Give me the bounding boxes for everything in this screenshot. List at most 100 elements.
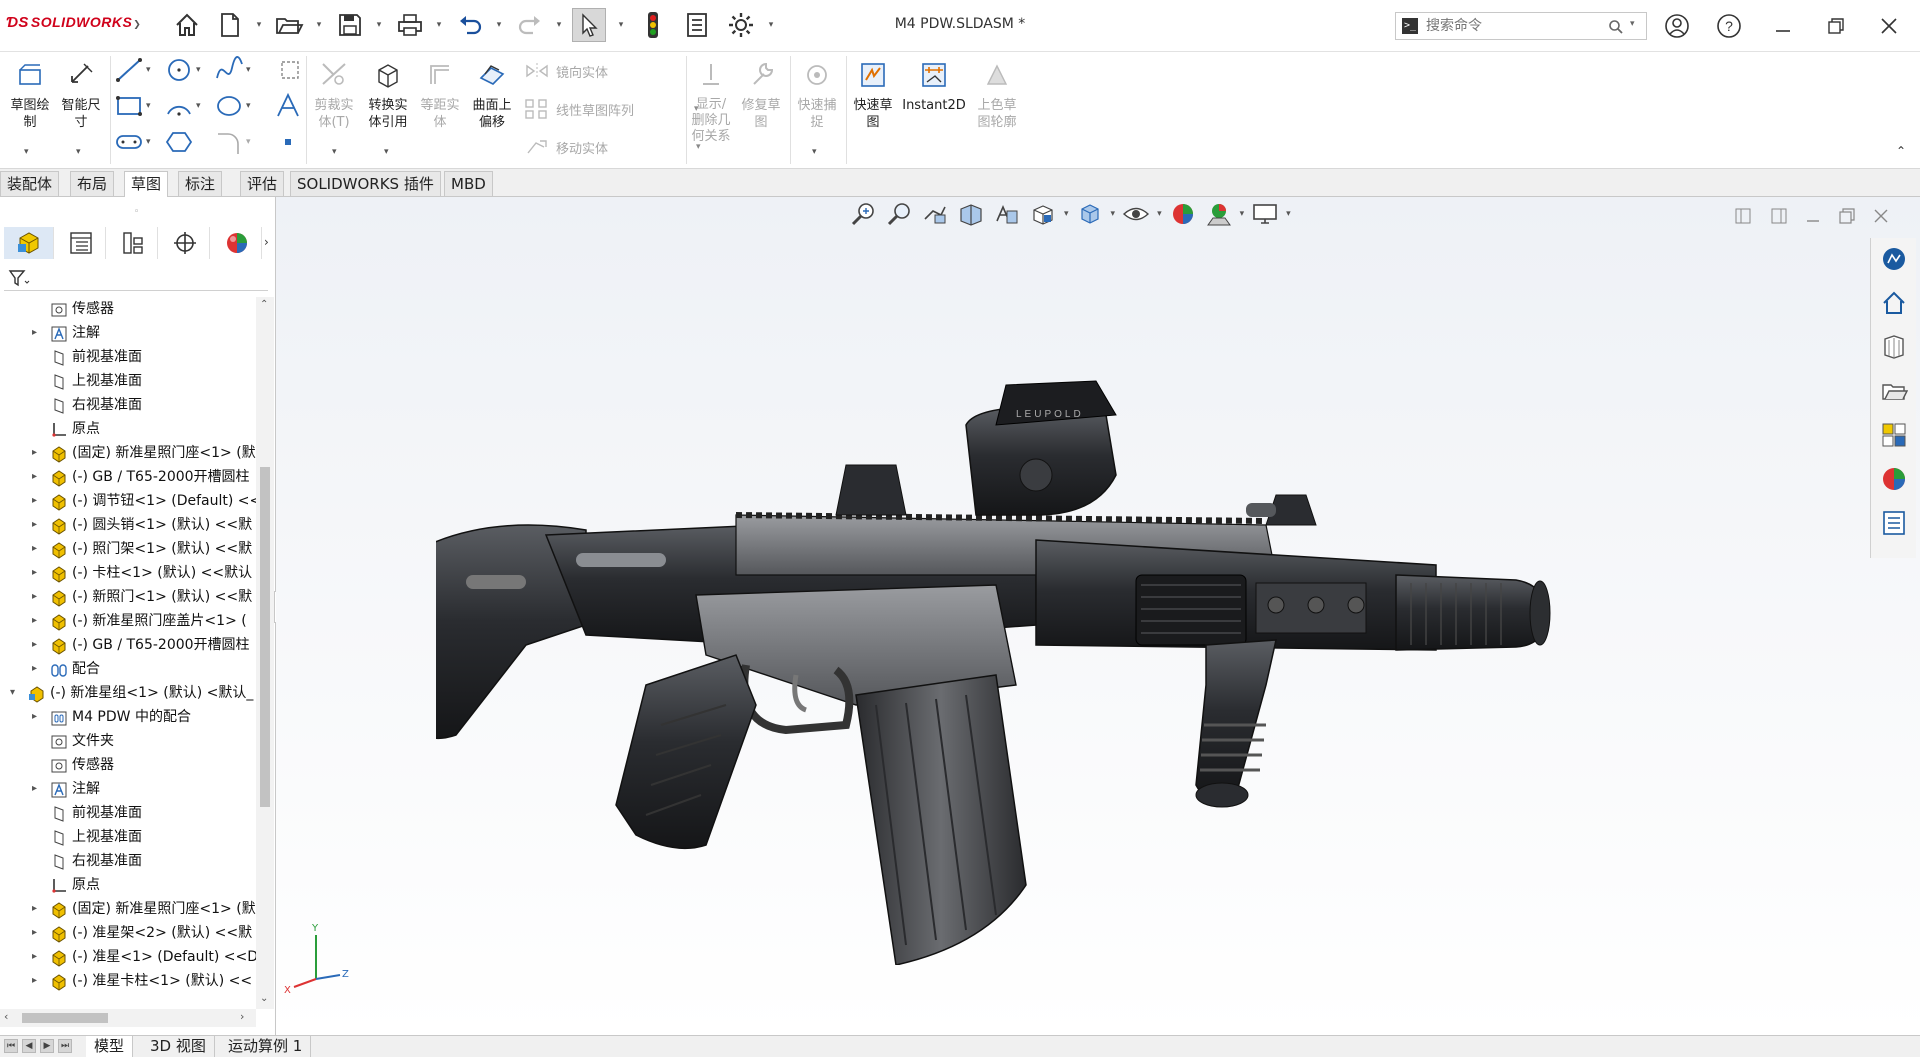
tree-expand-toggle[interactable]: ▸ [32,489,44,513]
appearances-scenes-button[interactable] [1877,462,1911,496]
tree-expand-toggle[interactable]: ▸ [32,633,44,657]
tab-display-manager[interactable] [212,227,262,259]
sketch-caret[interactable]: ▾ [24,147,29,157]
display-delete-relations-button[interactable]: 显示/ 删除几 何关系 [688,56,734,164]
search-options-caret[interactable]: ▾ [1630,19,1635,29]
solidworks-logo[interactable]: ƊS SOLIDWORKS [6,14,132,31]
restore-window-button[interactable] [1813,8,1859,44]
redo-button[interactable] [513,8,547,42]
trim-caret[interactable]: ▾ [332,147,337,157]
more-tabs-arrow[interactable]: › [264,235,269,249]
tree-expand-toggle[interactable]: ▸ [32,585,44,609]
tree-expand-toggle[interactable]: ▸ [32,561,44,585]
view-palette-button[interactable] [1877,418,1911,452]
repair-sketch-button[interactable]: 修复草 图 [736,56,786,164]
tab-solidworks-addins[interactable]: SOLIDWORKS 插件 [290,171,441,196]
tree-item[interactable]: 上视基准面 [0,369,256,393]
tree-expand-toggle[interactable]: ▸ [32,945,44,969]
viewport-minimize-button[interactable] [1804,207,1822,229]
file-properties-button[interactable] [680,8,714,42]
tab-dimxpert-manager[interactable] [160,227,210,259]
tab-feature-tree[interactable] [4,227,54,259]
tab-assembly[interactable]: 装配体 [0,171,60,196]
fillet-tool[interactable]: ▾ [214,128,251,156]
tree-item[interactable]: 传感器 [0,753,256,777]
spline-tool[interactable]: ▾ [214,56,251,84]
tree-item[interactable]: 原点 [0,417,256,441]
tree-item[interactable]: 右视基准面 [0,393,256,417]
view-orientation-caret[interactable]: ▾ [1064,209,1069,219]
tree-item[interactable]: ▸ (-) 调节钮<1> (Default) << [0,489,256,513]
home-pane-button[interactable] [1877,286,1911,320]
next-tab-arrow[interactable]: ▶ [40,1039,54,1053]
tab-motion-study[interactable]: 运动算例 1 [220,1036,312,1057]
tree-horizontal-scrollbar[interactable]: ‹ › [0,1009,256,1027]
redo-menu-caret[interactable]: ▾ [554,20,564,30]
search-icon[interactable] [1608,19,1624,35]
print-button[interactable] [393,8,427,42]
close-window-button[interactable] [1866,8,1912,44]
zoom-to-fit-button[interactable] [848,199,878,229]
solidworks-resources-button[interactable] [1877,242,1911,276]
apply-scene-button[interactable] [1204,199,1234,229]
scrollbar-thumb[interactable] [260,467,270,807]
view-orientation-button[interactable] [1028,199,1058,229]
display-style-button[interactable] [1075,199,1105,229]
dynamic-annotation-views-button[interactable] [992,199,1022,229]
tree-expand-toggle[interactable]: ▾ [10,681,22,705]
options-menu-caret[interactable]: ▾ [766,20,776,30]
mirror-entities-button[interactable]: 镜向实体 [524,60,608,82]
last-tab-arrow[interactable]: ⏭ [58,1039,72,1053]
panel-splitter-handle[interactable]: ◦ [134,207,139,217]
tree-item[interactable]: ▸ 配合 [0,657,256,681]
open-button[interactable] [272,8,306,42]
save-button[interactable] [333,8,367,42]
quick-snaps-caret[interactable]: ▾ [812,147,817,157]
tree-expand-toggle[interactable]: ▸ [32,657,44,681]
graphics-area[interactable]: ▾ ▾ ▾ ▾ ▾ LEUPOLD Y X Z [276,197,1920,1035]
surface-offset-button[interactable]: 曲面上 偏移 [464,56,520,164]
edit-appearance-button[interactable] [1168,199,1198,229]
apply-scene-caret[interactable]: ▾ [1240,209,1245,219]
tree-item[interactable]: ▸ (-) 新照门<1> (默认) <<默 [0,585,256,609]
logo-menu-caret[interactable]: ❯ [132,20,142,30]
tree-item[interactable]: 传感器 [0,297,256,321]
quick-snaps-button[interactable]: 快速捕 捉 [792,56,842,164]
select-menu-caret[interactable]: ▾ [616,20,626,30]
new-menu-caret[interactable]: ▾ [254,20,264,30]
scroll-down-arrow[interactable]: ⌄ [260,993,268,1004]
select-button[interactable] [572,8,606,42]
polygon-tool[interactable] [164,128,196,156]
tab-layout[interactable]: 布局 [70,171,115,196]
m4-pdw-rifle-model[interactable]: LEUPOLD [436,325,1876,965]
tab-markup[interactable]: 标注 [178,171,223,196]
tree-item[interactable]: 右视基准面 [0,849,256,873]
smart-dimension-button[interactable]: 智能尺 寸 [56,56,106,164]
tree-expand-toggle[interactable]: ▸ [32,705,44,729]
tree-item[interactable]: ▸ M4 PDW 中的配合 [0,705,256,729]
custom-properties-button[interactable] [1877,506,1911,540]
slot-tool[interactable]: ▾ [114,128,151,156]
tree-item[interactable]: ▸ (-) 准星<1> (Default) <<D [0,945,256,969]
help-button[interactable]: ? [1707,8,1751,44]
hide-show-caret[interactable]: ▾ [1157,209,1162,219]
print-menu-caret[interactable]: ▾ [434,20,444,30]
tree-item[interactable]: ▸ (-) 准星架<2> (默认) <<默 [0,921,256,945]
tab-mbd[interactable]: MBD [444,171,493,196]
tree-item[interactable]: ▾ (-) 新准星组<1> (默认) <默认_ [0,681,256,705]
tree-expand-toggle[interactable]: ▸ [32,993,44,997]
view-settings-caret[interactable]: ▾ [1286,209,1291,219]
previous-view-button[interactable] [920,199,950,229]
text-tool[interactable] [274,92,302,120]
tree-expand-toggle[interactable]: ▸ [32,897,44,921]
tree-expand-toggle[interactable]: ▸ [32,777,44,801]
search-commands[interactable]: >_ ▾ [1395,12,1647,40]
rapid-sketch-button[interactable]: 快速草 图 [848,56,898,164]
scroll-up-arrow[interactable]: ⌃ [260,299,268,310]
tree-item[interactable]: ▸ (-) 新准星照门座盖片<1> ( [0,609,256,633]
construction-geometry-tool[interactable] [278,56,302,84]
feature-tree-filter[interactable] [4,265,268,291]
options-button[interactable] [724,8,758,42]
section-view-button[interactable] [956,199,986,229]
previous-tab-arrow[interactable]: ◀ [22,1039,36,1053]
